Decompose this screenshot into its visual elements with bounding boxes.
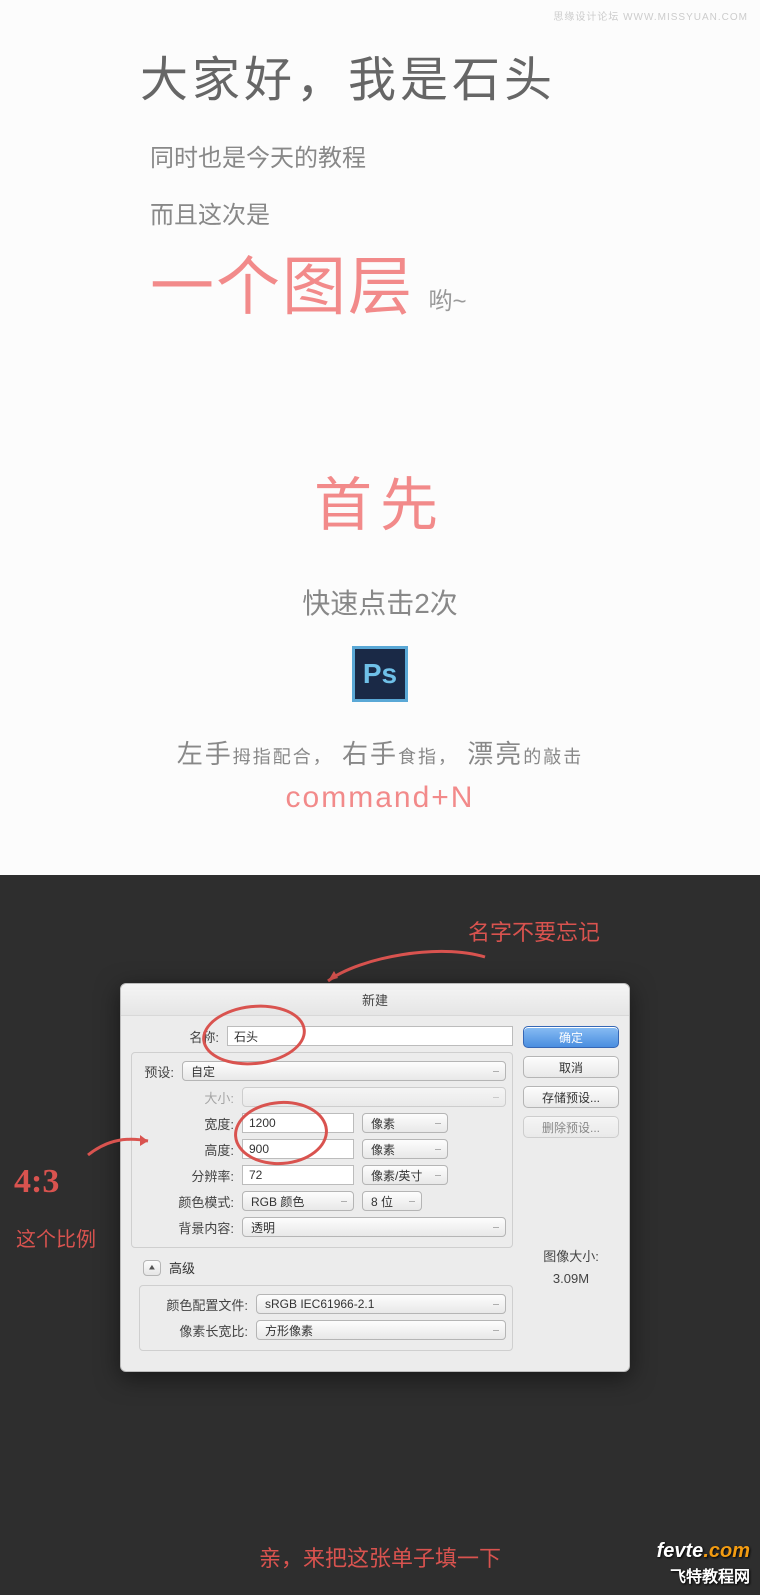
label-profile: 颜色配置文件: bbox=[146, 1295, 256, 1314]
cancel-button[interactable]: 取消 bbox=[523, 1056, 619, 1078]
select-width-unit[interactable]: 像素 bbox=[362, 1113, 448, 1133]
value-image-size: 3.09M bbox=[523, 1271, 619, 1286]
label-advanced: 高级 bbox=[169, 1258, 195, 1277]
save-preset-button[interactable]: 存储预设... bbox=[523, 1086, 619, 1108]
label-resolution: 分辨率: bbox=[146, 1166, 242, 1185]
label-background: 背景内容: bbox=[146, 1218, 242, 1237]
ok-button[interactable]: 确定 bbox=[523, 1026, 619, 1048]
dialog-title: 新建 bbox=[121, 984, 629, 1016]
one-layer-text: 一个图层 bbox=[150, 251, 414, 323]
chevron-up-icon: ▲ bbox=[147, 1263, 157, 1272]
input-width[interactable]: 1200 bbox=[242, 1113, 354, 1133]
select-profile[interactable]: sRGB IEC61966-2.1 bbox=[256, 1294, 506, 1314]
watermark-bottom-1b: .com bbox=[703, 1540, 750, 1562]
command-n-text: command+N bbox=[40, 781, 720, 815]
label-name: 名称: bbox=[131, 1027, 227, 1046]
intro-line2: 而且这次是 bbox=[40, 195, 720, 230]
tutorial-intro: 思缘设计论坛 WWW.MISSYUAN.COM 大家好，我是石头 同时也是今天的… bbox=[0, 0, 760, 875]
select-color-mode[interactable]: RGB 颜色 bbox=[242, 1191, 354, 1211]
hand-instruction: 左手拇指配合， 右手食指， 漂亮的敲击 bbox=[40, 734, 720, 771]
input-height[interactable]: 900 bbox=[242, 1139, 354, 1159]
select-bit-depth[interactable]: 8 位 bbox=[362, 1191, 422, 1211]
label-width: 宽度: bbox=[146, 1114, 242, 1133]
input-resolution[interactable]: 72 bbox=[242, 1165, 354, 1185]
input-name[interactable]: 石头 bbox=[227, 1026, 513, 1046]
annotation-bottom: 亲，来把这张单子填一下 bbox=[0, 1541, 760, 1573]
watermark-bottom-1a: fevte bbox=[657, 1540, 704, 1562]
select-resolution-unit[interactable]: 像素/英寸 bbox=[362, 1165, 448, 1185]
select-height-unit[interactable]: 像素 bbox=[362, 1139, 448, 1159]
label-size: 大小: bbox=[146, 1088, 242, 1107]
select-background[interactable]: 透明 bbox=[242, 1217, 506, 1237]
intro-title: 大家好，我是石头 bbox=[40, 40, 720, 110]
select-size bbox=[242, 1087, 506, 1107]
photoshop-icon-label: Ps bbox=[363, 658, 397, 690]
intro-line1: 同时也是今天的教程 bbox=[40, 138, 720, 173]
hand-hit: 漂亮 bbox=[467, 739, 523, 769]
label-pixel-ratio: 像素长宽比: bbox=[146, 1321, 256, 1340]
hand-left-small: 拇指配合， bbox=[233, 747, 333, 767]
dialog-section: 名字不要忘记 新建 名称: 石头 预设: 自定 大小 bbox=[0, 875, 760, 1595]
one-layer-yo: 哟~ bbox=[428, 288, 466, 315]
annotation-name-note: 名字不要忘记 bbox=[468, 915, 600, 947]
select-pixel-ratio[interactable]: 方形像素 bbox=[256, 1320, 506, 1340]
disclosure-toggle[interactable]: ▲ bbox=[143, 1260, 161, 1276]
photoshop-icon: Ps bbox=[352, 646, 408, 702]
select-preset[interactable]: 自定 bbox=[182, 1061, 506, 1081]
watermark-bottom: fevte.com 飞特教程网 bbox=[657, 1540, 750, 1587]
advanced-row: ▲ 高级 bbox=[143, 1258, 513, 1277]
new-document-dialog: 新建 名称: 石头 预设: 自定 大小: bbox=[120, 983, 630, 1372]
annotation-ratio-sub: 这个比例 bbox=[16, 1223, 96, 1252]
label-preset: 预设: bbox=[130, 1062, 182, 1081]
annotation-arrow-to-name bbox=[320, 947, 490, 987]
image-size-block: 图像大小: 3.09M bbox=[523, 1246, 619, 1286]
watermark-bottom-2: 飞特教程网 bbox=[657, 1563, 750, 1587]
preset-group: 预设: 自定 大小: 宽度: 1200 像素 bbox=[131, 1052, 513, 1248]
step-title-first: 首先 bbox=[40, 458, 720, 542]
one-layer-line: 一个图层 哟~ bbox=[40, 236, 720, 328]
hand-right: 右手 bbox=[342, 739, 398, 769]
hand-left: 左手 bbox=[177, 739, 233, 769]
watermark-top: 思缘设计论坛 WWW.MISSYUAN.COM bbox=[553, 8, 748, 23]
delete-preset-button: 删除预设... bbox=[523, 1116, 619, 1138]
hand-hit-small: 的敲击 bbox=[523, 747, 583, 767]
click-twice-text: 快速点击2次 bbox=[40, 582, 720, 622]
label-color-mode: 颜色模式: bbox=[146, 1192, 242, 1211]
label-image-size: 图像大小: bbox=[523, 1246, 619, 1265]
hand-right-small: 食指， bbox=[398, 747, 458, 767]
annotation-arrow-to-dimensions bbox=[84, 1133, 154, 1163]
label-height: 高度: bbox=[146, 1140, 242, 1159]
annotation-ratio: 4:3 bbox=[14, 1163, 59, 1201]
